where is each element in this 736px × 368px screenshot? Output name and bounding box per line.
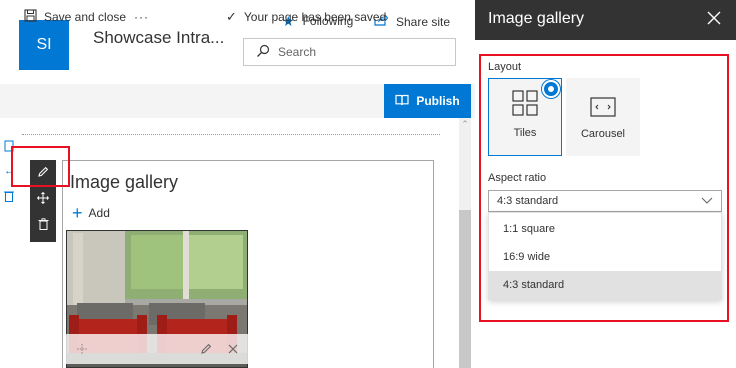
delete-webpart-button[interactable] xyxy=(30,214,56,238)
tiles-label: Tiles xyxy=(513,127,537,139)
move-icon xyxy=(37,191,49,209)
property-pane xyxy=(475,0,736,368)
publish-button[interactable]: Publish xyxy=(384,84,471,118)
trash-icon xyxy=(38,217,49,235)
publish-label: Publish xyxy=(416,94,460,108)
share-site-label: Share site xyxy=(396,14,451,29)
save-icon xyxy=(24,9,37,25)
option-4-3-standard[interactable]: 4:3 standard xyxy=(489,271,721,299)
aspect-ratio-value: 4:3 standard xyxy=(497,195,559,207)
aspect-ratio-dropdown[interactable]: 4:3 standard xyxy=(488,190,722,212)
close-icon xyxy=(707,11,721,30)
layout-option-carousel[interactable]: Carousel xyxy=(566,78,640,156)
add-image-button[interactable]: + Add xyxy=(72,204,110,222)
edit-image-icon[interactable] xyxy=(200,343,212,355)
option-1-1-square[interactable]: 1:1 square xyxy=(489,215,721,243)
image-overlay-bar xyxy=(66,334,248,364)
aspect-ratio-label: Aspect ratio xyxy=(488,172,547,184)
site-logo-initials: SI xyxy=(36,36,52,53)
search-icon xyxy=(256,44,270,61)
move-webpart-button[interactable] xyxy=(30,188,56,212)
section-divider xyxy=(22,134,440,135)
scrollbar-thumb[interactable] xyxy=(459,210,471,368)
search-placeholder: Search xyxy=(278,45,317,59)
publish-icon xyxy=(395,94,409,109)
edit-webpart-button[interactable] xyxy=(30,162,56,186)
property-pane-title: Image gallery xyxy=(488,10,585,27)
drag-handle-icon[interactable] xyxy=(76,343,88,355)
carousel-label: Carousel xyxy=(580,128,626,140)
add-label: Add xyxy=(88,206,110,220)
close-pane-button[interactable] xyxy=(704,10,724,30)
section-move-icon[interactable]: ↔ xyxy=(4,166,15,177)
chevron-down-icon xyxy=(701,195,713,207)
webpart-title[interactable]: Image gallery xyxy=(70,172,178,193)
search-input[interactable]: Search xyxy=(243,38,456,66)
plus-icon: + xyxy=(72,203,83,223)
save-and-close-button[interactable]: Save and close xyxy=(24,0,126,34)
more-options-button[interactable]: ··· xyxy=(134,0,149,34)
section-trash-icon[interactable] xyxy=(4,190,14,205)
saved-status-text: Your page has been saved xyxy=(243,10,387,24)
saved-status: ✓ Your page has been saved xyxy=(226,0,386,34)
carousel-icon xyxy=(590,97,616,128)
option-16-9-wide[interactable]: 16:9 wide xyxy=(489,243,721,271)
save-and-close-label: Save and close xyxy=(44,10,127,24)
remove-image-icon[interactable] xyxy=(228,344,238,354)
aspect-ratio-options: 1:1 square 16:9 wide 4:3 standard xyxy=(488,212,722,300)
layout-label: Layout xyxy=(488,61,522,73)
tiles-icon xyxy=(512,90,538,127)
selected-radio-indicator xyxy=(542,80,560,98)
section-edit-icon[interactable] xyxy=(4,140,14,155)
pencil-icon xyxy=(37,165,49,183)
scroll-up-arrow[interactable]: ⌃ xyxy=(459,118,471,130)
check-icon: ✓ xyxy=(226,9,237,24)
